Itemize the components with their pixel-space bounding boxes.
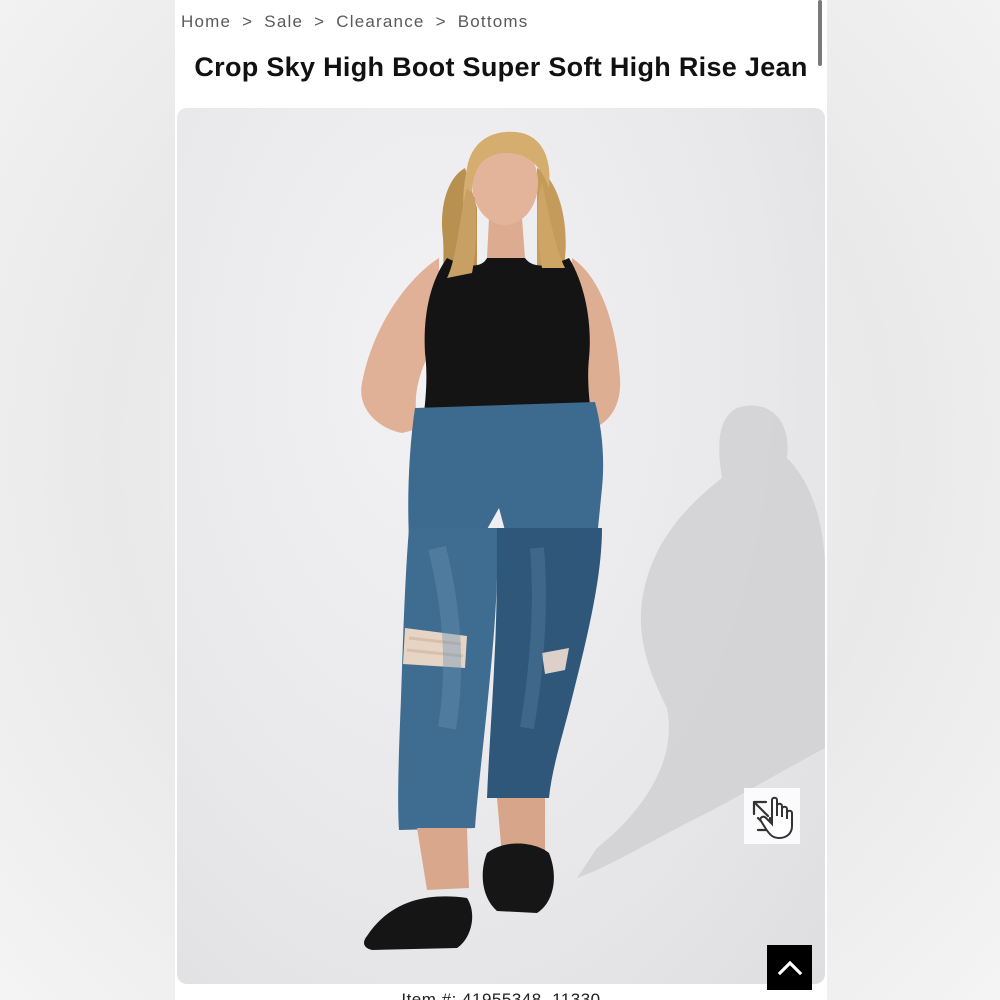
breadcrumb-bottoms[interactable]: Bottoms	[458, 12, 529, 32]
left-sandal	[364, 896, 473, 950]
breadcrumb-separator: >	[314, 12, 326, 31]
scrollbar[interactable]	[818, 0, 822, 66]
breadcrumb-sale[interactable]: Sale	[264, 12, 303, 32]
breadcrumb-clearance[interactable]: Clearance	[336, 12, 424, 32]
zoom-hint[interactable]	[744, 788, 800, 844]
breadcrumb-separator: >	[242, 12, 254, 31]
chevron-up-icon	[777, 960, 802, 975]
tank-top	[424, 258, 591, 413]
product-image[interactable]	[177, 108, 825, 984]
breadcrumb: Home > Sale > Clearance > Bottoms	[181, 10, 528, 34]
back-to-top-button[interactable]	[767, 945, 812, 990]
zoom-gesture-icon	[752, 796, 793, 840]
breadcrumb-separator: >	[435, 12, 447, 31]
item-number: Item #: 41955348, 11330	[401, 990, 601, 1000]
product-photo-illustration	[361, 131, 825, 950]
jeans-upper	[408, 402, 604, 538]
product-page: Home > Sale > Clearance > Bottoms Crop S…	[175, 0, 827, 1000]
product-title: Crop Sky High Boot Super Soft High Rise …	[194, 52, 808, 82]
right-sandal	[482, 843, 554, 913]
breadcrumb-home[interactable]: Home	[181, 12, 231, 32]
